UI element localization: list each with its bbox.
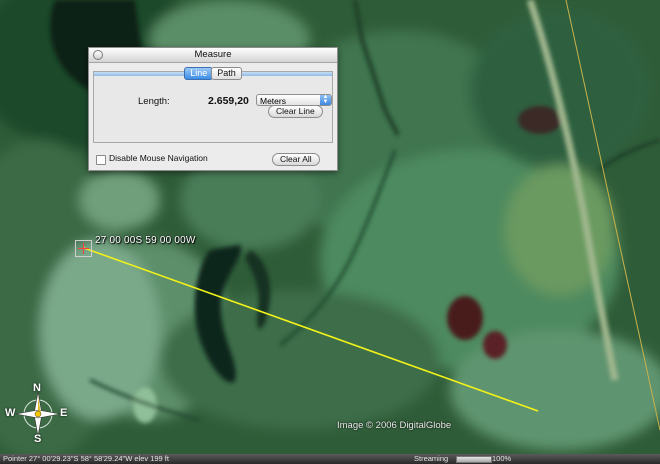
imagery-copyright: Image © 2006 DigitalGlobe [337, 420, 452, 431]
compass-rose[interactable]: N S E W [2, 382, 74, 449]
disable-mouse-navigation-checkbox[interactable] [96, 155, 106, 165]
clear-all-button[interactable]: Clear All [272, 153, 320, 166]
compass-east-label: E [60, 407, 68, 419]
tab-bar: Line Path [89, 63, 337, 80]
tab-panel: Length: 2.659,20 Meters ▲ ▼ Clear Line [93, 71, 333, 143]
clear-line-button[interactable]: Clear Line [268, 105, 323, 118]
pointer-coordinates: Pointer 27° 00'29.23"S 58° 58'29.24"W el… [3, 454, 169, 463]
compass-west-label: W [5, 407, 16, 419]
dialog-title: Measure [194, 49, 232, 60]
compass-north-label: N [33, 382, 41, 394]
streaming-progress-bar [456, 456, 492, 463]
streaming-percent: 100% [492, 454, 512, 463]
streaming-progress-fill [457, 457, 491, 462]
dialog-titlebar[interactable]: Measure [89, 48, 337, 63]
placemark-marker[interactable] [75, 240, 92, 257]
status-bar: Pointer 27° 00'29.23"S 58° 58'29.24"W el… [0, 454, 660, 464]
compass-south-label: S [34, 433, 42, 445]
chevron-updown-icon: ▲ ▼ [320, 94, 331, 105]
streaming-label: Streaming [414, 454, 449, 463]
length-value: 2.659,20 [208, 95, 249, 107]
measure-dialog: Measure Length: 2.659,20 Meters ▲ ▼ Clear… [88, 47, 338, 171]
placemark-label: 27 00 00S 59 00 00W [95, 235, 196, 246]
tab-line[interactable]: Line [184, 67, 214, 80]
length-label: Length: [138, 96, 170, 107]
disable-mouse-navigation-label: Disable Mouse Navigation [109, 153, 208, 163]
tab-path[interactable]: Path [211, 67, 242, 80]
